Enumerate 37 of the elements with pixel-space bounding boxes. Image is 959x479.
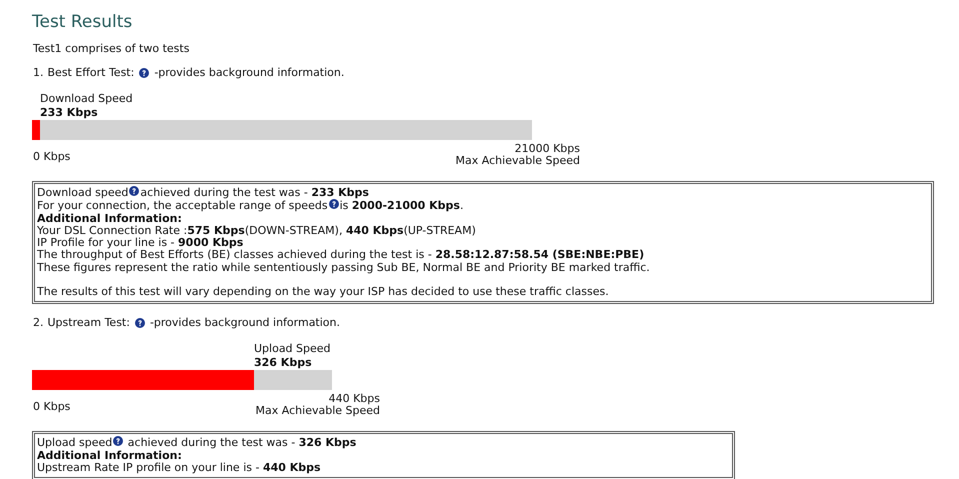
min-label: 0 Kbps [33,150,70,164]
info-text: achieved during the test was - 326 Kbps [126,437,356,450]
help-icon[interactable] [134,318,145,328]
help-text: -provides background information. [154,66,344,79]
max-caption: Max Achievable Speed [256,405,380,418]
info-text: Your DSL Connection Rate :575 Kbps(DOWN-STREAM), 440 Kbps(UP-STREAM) [37,224,476,238]
max-label: 440 Kbps [328,393,380,406]
info-text: Additional Information: [37,450,182,462]
test-name: Upstream Test: [48,316,130,330]
help-icon[interactable] [113,436,124,446]
info-text: Additional Information: [37,212,182,225]
meter-value: 233 Kbps [40,106,98,119]
min-label: 0 Kbps [33,400,70,414]
meter-label: Upload Speed [254,342,331,356]
info-text: is 2000-21000 Kbps. [340,200,464,213]
meter-label: Download Speed [40,92,133,106]
intro-text: Test1 comprises of two tests [33,42,190,55]
help-icon[interactable] [328,199,339,210]
test-number: 1. [33,66,44,79]
info-text: For your connection, the acceptable range of speeds [37,200,328,213]
info-text: IP Profile for your line is - 9000 Kbps [37,237,244,250]
page-title: Test Results [32,12,134,32]
help-icon[interactable] [129,186,140,196]
test-name: Best Effort Test: [48,66,134,79]
info-text: Upload speed [37,437,112,450]
info-text: Download speed [37,187,128,200]
help-icon[interactable] [139,68,150,78]
info-text: These figures represent the ratio while sententiously passing Sub BE, Normal BE and Priority BE marked traffic. [37,262,650,274]
max-caption: Max Achievable Speed [456,155,580,167]
help-text: -provides background information. [150,316,340,330]
info-text: The results of this test will vary depending on the way your ISP has decided to use these traffic classes. [37,286,609,298]
meter-value: 326 Kbps [254,356,312,370]
max-label: 21000 Kbps [514,143,580,155]
info-text: The throughput of Best Efforts (BE) classes achieved during the test is - 28.58:12.87:58.54 (SBE:NBE:PBE) [37,249,644,262]
info-text: achieved during the test was - 233 Kbps [140,187,369,200]
info-text: Upstream Rate IP profile on your line is - 440 Kbps [37,462,321,474]
test-number: 2. [33,316,44,330]
